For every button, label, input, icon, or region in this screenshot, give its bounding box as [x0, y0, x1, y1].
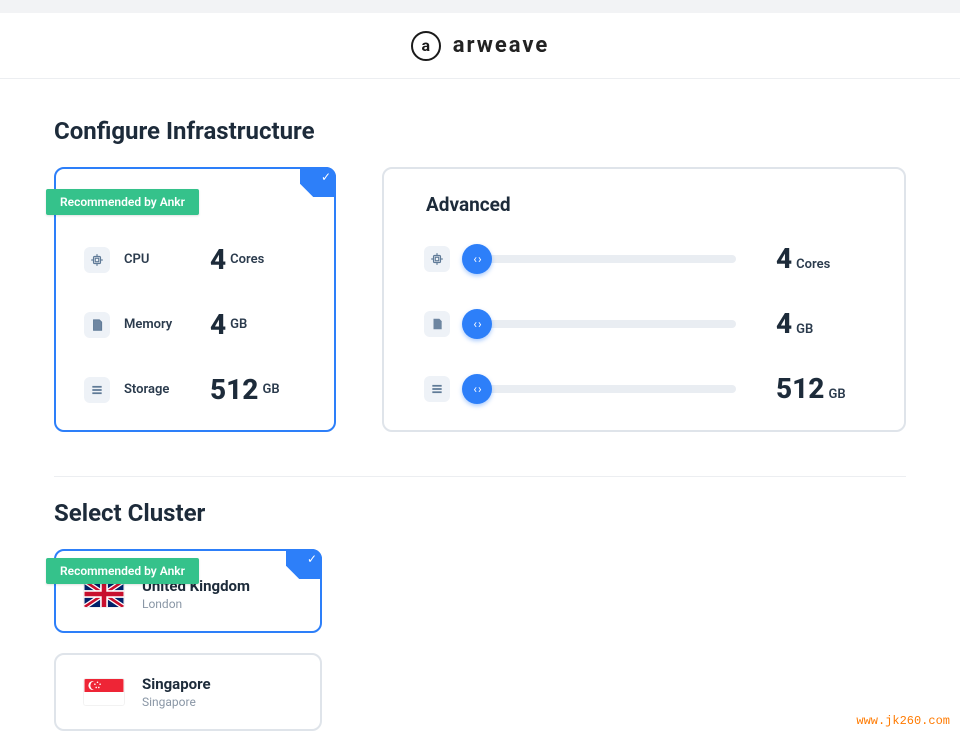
- memory-slider[interactable]: ‹ ›: [468, 320, 736, 328]
- memory-icon: [84, 312, 110, 338]
- advanced-memory-row: ‹ › 4 GB: [424, 307, 864, 340]
- cpu-icon: [424, 246, 450, 272]
- storage-icon: [84, 377, 110, 403]
- cluster-uk[interactable]: ✓ Recommended by Ankr United Kingdom Lon…: [54, 549, 322, 633]
- selected-corner: ✓: [286, 549, 322, 579]
- slider-arrows-icon: ‹ ›: [473, 382, 480, 396]
- cluster-sg-name: Singapore: [142, 675, 211, 693]
- selected-corner: ✓: [300, 167, 336, 197]
- recommended-badge: Recommended by Ankr: [46, 189, 199, 215]
- storage-slider-thumb[interactable]: ‹ ›: [462, 374, 492, 404]
- advanced-memory-unit: GB: [796, 322, 813, 337]
- preset-storage-row: Storage 512 GB: [84, 373, 306, 406]
- cluster-sg-info: Singapore Singapore: [142, 675, 211, 709]
- preset-storage-unit: GB: [262, 382, 279, 397]
- cpu-slider-track: [468, 255, 736, 263]
- preset-cpu-row: CPU 4 Cores: [84, 243, 306, 276]
- brand-logo: a: [411, 31, 441, 61]
- storage-slider[interactable]: ‹ ›: [468, 385, 736, 393]
- preset-cpu-unit: Cores: [230, 252, 264, 267]
- cpu-icon: [84, 247, 110, 273]
- cluster-sg-city: Singapore: [142, 695, 211, 709]
- sg-flag-icon: [84, 679, 124, 705]
- advanced-title: Advanced: [426, 193, 864, 216]
- memory-icon: [424, 311, 450, 337]
- advanced-cpu-row: ‹ › 4 Cores: [424, 242, 864, 275]
- brand-logo-letter: a: [421, 36, 430, 55]
- memory-slider-thumb[interactable]: ‹ ›: [462, 309, 492, 339]
- brand-header: a arweave: [0, 13, 960, 79]
- cluster-sg[interactable]: Singapore Singapore: [54, 653, 322, 731]
- check-icon: ✓: [321, 170, 331, 184]
- cluster-title: Select Cluster: [54, 499, 906, 527]
- cpu-slider[interactable]: ‹ ›: [468, 255, 736, 263]
- top-stripe: [0, 0, 960, 13]
- preset-memory-label: Memory: [124, 317, 210, 332]
- advanced-card[interactable]: Advanced ‹ › 4 Cores: [382, 167, 906, 432]
- check-icon: ✓: [307, 552, 317, 566]
- advanced-memory-value: 4: [776, 307, 792, 340]
- preset-memory-row: Memory 4 GB: [84, 308, 306, 341]
- advanced-cpu-unit: Cores: [796, 257, 830, 272]
- slider-arrows-icon: ‹ ›: [473, 317, 480, 331]
- configure-title: Configure Infrastructure: [54, 117, 906, 145]
- slider-arrows-icon: ‹ ›: [473, 252, 480, 266]
- preset-card[interactable]: ✓ Recommended by Ankr CPU 4 Cores Memory: [54, 167, 336, 432]
- memory-slider-track: [468, 320, 736, 328]
- preset-storage-value: 512: [210, 373, 258, 406]
- preset-memory-value: 4: [210, 308, 226, 341]
- storage-icon: [424, 376, 450, 402]
- preset-cpu-value: 4: [210, 243, 226, 276]
- advanced-cpu-value: 4: [776, 242, 792, 275]
- uk-flag-icon: [84, 581, 124, 607]
- section-divider: [54, 476, 906, 477]
- advanced-storage-row: ‹ › 512 GB: [424, 372, 864, 405]
- advanced-storage-value: 512: [776, 372, 824, 405]
- cluster-uk-city: London: [142, 597, 250, 611]
- recommended-badge: Recommended by Ankr: [46, 558, 199, 584]
- infrastructure-options: ✓ Recommended by Ankr CPU 4 Cores Memory: [54, 167, 906, 432]
- advanced-storage-unit: GB: [828, 387, 845, 402]
- storage-slider-track: [468, 385, 736, 393]
- preset-storage-label: Storage: [124, 382, 210, 397]
- preset-memory-unit: GB: [230, 317, 247, 332]
- brand-name: arweave: [453, 33, 550, 58]
- watermark: www.jk260.com: [856, 714, 950, 728]
- cpu-slider-thumb[interactable]: ‹ ›: [462, 244, 492, 274]
- preset-cpu-label: CPU: [124, 252, 210, 267]
